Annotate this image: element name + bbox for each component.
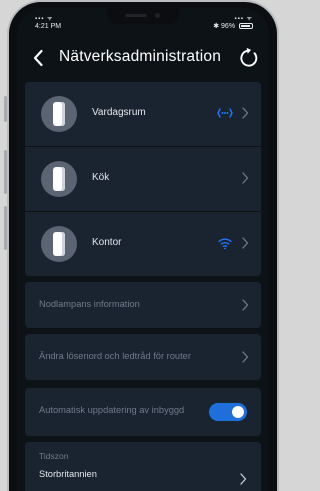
toggle-knob <box>232 406 244 418</box>
bluetooth-icon: ✱ <box>213 23 220 30</box>
node-row-vardagsrum[interactable]: Vardagsrum <box>25 82 261 146</box>
node-label: Kök <box>92 172 110 183</box>
auto-update-row: Automatisk uppdatering av inbyggd <box>25 388 261 436</box>
signal-icon: ▪▪▪ ᯤ <box>35 16 54 22</box>
status-bar: ▪▪▪ ᯤ 4:21 PM ▪▪▪ ᯤ ✱ 96% <box>17 8 269 38</box>
timezone-value: Storbritannien <box>39 469 97 479</box>
chevron-right-icon <box>242 107 249 119</box>
auto-update-toggle[interactable] <box>209 403 247 421</box>
mesh-node-icon <box>53 232 65 256</box>
node-avatar <box>41 161 77 197</box>
node-light-info-row[interactable]: Nodlampans information <box>25 282 261 328</box>
chevron-right-icon <box>242 172 249 184</box>
phone-side-button <box>4 206 7 250</box>
change-password-row[interactable]: Ändra lösenord och ledtråd för router <box>25 334 261 380</box>
speaker-grille <box>125 14 147 17</box>
content-area: Vardagsrum Kök Kontor Nodlampans informa… <box>17 82 269 491</box>
chevron-right-icon <box>240 473 247 485</box>
phone-frame: ▪▪▪ ᯤ 4:21 PM ▪▪▪ ᯤ ✱ 96% Nätverksadmini… <box>7 0 279 491</box>
phone-side-button <box>4 96 7 122</box>
wifi-icon <box>218 238 232 250</box>
node-avatar <box>41 96 77 132</box>
ethernet-dots-icon <box>217 108 233 118</box>
change-password-label: Ändra lösenord och ledtråd för router <box>39 351 191 361</box>
battery-percent: 96% <box>221 23 236 30</box>
auto-update-label: Automatisk uppdatering av inbyggd <box>39 405 185 415</box>
status-right: ▪▪▪ ᯤ ✱ 96% <box>213 15 253 31</box>
refresh-icon[interactable] <box>237 46 261 70</box>
notch <box>107 8 179 24</box>
status-left: ▪▪▪ ᯤ 4:21 PM <box>35 15 61 31</box>
timezone-header: Tidszon <box>39 451 69 461</box>
node-light-info-label: Nodlampans information <box>39 299 140 309</box>
phone-side-button <box>4 150 7 194</box>
battery-icon <box>239 23 253 29</box>
app-screen: ▪▪▪ ᯤ 4:21 PM ▪▪▪ ᯤ ✱ 96% Nätverksadmini… <box>17 8 269 491</box>
chevron-right-icon <box>242 299 249 311</box>
node-row-kontor[interactable]: Kontor <box>25 212 261 276</box>
node-label: Kontor <box>92 237 122 248</box>
chevron-right-icon <box>242 237 249 249</box>
node-label: Vardagsrum <box>92 107 146 118</box>
node-row-kok[interactable]: Kök <box>25 147 261 211</box>
camera-dot <box>155 13 160 18</box>
node-avatar <box>41 226 77 262</box>
mesh-node-icon <box>53 102 65 126</box>
status-time: 4:21 PM <box>35 23 62 30</box>
cellular-signal-icon: ▪▪▪ ᯤ <box>234 16 253 22</box>
chevron-left-icon[interactable] <box>27 46 51 70</box>
page-title: Nätverksadministration <box>59 48 222 65</box>
chevron-right-icon <box>242 351 249 363</box>
navigation-bar: Nätverksadministration <box>17 38 269 78</box>
mesh-node-icon <box>53 167 65 191</box>
timezone-row[interactable]: Tidszon Storbritannien <box>25 442 261 491</box>
